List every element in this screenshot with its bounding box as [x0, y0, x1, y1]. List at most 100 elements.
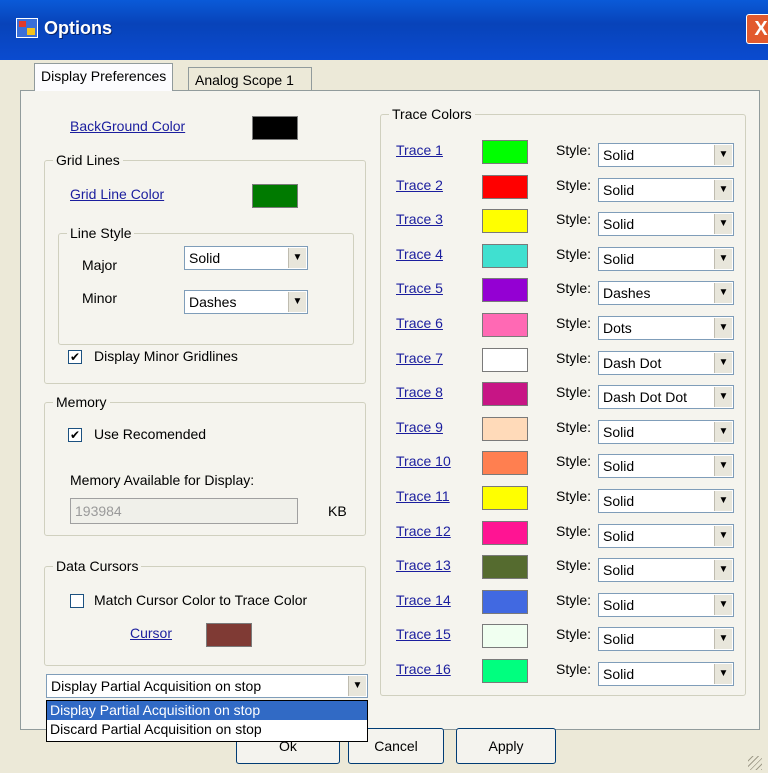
trace-link[interactable]: Trace 8 — [396, 384, 443, 400]
trace-color-swatch[interactable] — [482, 382, 528, 407]
trace-style-select[interactable]: Solid ▼ — [598, 558, 734, 583]
acquisition-dropdown-list: Display Partial Acquisition on stop Disc… — [46, 700, 368, 742]
background-color-swatch[interactable] — [252, 116, 298, 140]
use-recommended-checkbox[interactable]: ✔ — [68, 428, 82, 442]
trace-style-label: Style: — [556, 142, 592, 158]
memory-unit-label: KB — [328, 503, 347, 519]
chevron-down-icon: ▼ — [714, 318, 732, 338]
trace-style-value: Solid — [603, 147, 635, 163]
trace-style-select[interactable]: Solid ▼ — [598, 454, 734, 479]
chevron-down-icon: ▼ — [288, 248, 306, 268]
trace-color-swatch[interactable] — [482, 659, 528, 683]
trace-link[interactable]: Trace 6 — [396, 315, 443, 331]
trace-style-select[interactable]: Dots ▼ — [598, 316, 734, 340]
trace-style-select[interactable]: Solid ▼ — [598, 523, 734, 548]
trace-style-value: Solid — [603, 216, 635, 233]
memory-available-label: Memory Available for Display: — [70, 472, 255, 488]
chevron-down-icon: ▼ — [714, 352, 732, 373]
trace-color-swatch[interactable] — [482, 243, 528, 268]
trace-link[interactable]: Trace 5 — [396, 280, 443, 296]
trace-style-value: Solid — [603, 423, 635, 440]
tab-analog-scope-1[interactable]: Analog Scope 1 — [188, 67, 312, 91]
data-cursors-label: Data Cursors — [53, 558, 142, 574]
trace-link[interactable]: Trace 4 — [396, 246, 443, 262]
trace-link[interactable]: Trace 12 — [396, 523, 451, 539]
trace-color-swatch[interactable] — [482, 520, 528, 545]
major-style-select[interactable]: Solid ▼ — [184, 246, 308, 270]
minor-label: Minor — [82, 290, 118, 306]
tab-display-preferences[interactable]: Display Preferences — [34, 63, 174, 91]
trace-color-swatch[interactable] — [482, 140, 528, 164]
trace-style-select[interactable]: Solid ▼ — [598, 419, 734, 444]
minor-style-select[interactable]: Dashes ▼ — [184, 290, 308, 314]
chevron-down-icon: ▼ — [714, 145, 732, 165]
trace-color-swatch[interactable] — [482, 486, 528, 510]
trace-style-select[interactable]: Solid ▼ — [598, 662, 734, 686]
trace-link[interactable]: Trace 15 — [396, 626, 451, 642]
trace-link[interactable]: Trace 7 — [396, 350, 443, 366]
trace-style-select[interactable]: Solid ▼ — [598, 143, 734, 167]
chevron-down-icon: ▼ — [714, 214, 732, 235]
trace-color-swatch[interactable] — [482, 589, 528, 614]
trace-style-select[interactable]: Solid ▼ — [598, 212, 734, 237]
trace-link[interactable]: Trace 10 — [396, 453, 451, 469]
resize-grip[interactable] — [748, 756, 762, 770]
trace-style-value: Dash Dot — [603, 354, 662, 371]
trace-link[interactable]: Trace 9 — [396, 419, 443, 435]
trace-style-select[interactable]: Solid ▼ — [598, 177, 734, 202]
chevron-down-icon: ▼ — [288, 292, 306, 312]
trace-style-select[interactable]: Solid ▼ — [598, 627, 734, 652]
chevron-down-icon: ▼ — [714, 456, 732, 477]
trace-color-swatch[interactable] — [482, 313, 528, 337]
grid-lines-label: Grid Lines — [53, 152, 123, 168]
acquisition-select[interactable]: Display Partial Acquisition on stop ▼ — [46, 674, 368, 698]
display-minor-checkbox[interactable]: ✔ — [68, 350, 82, 364]
trace-link[interactable]: Trace 1 — [396, 142, 443, 158]
trace-style-label: Style: — [556, 488, 592, 504]
trace-color-swatch[interactable] — [482, 451, 528, 476]
trace-link[interactable]: Trace 2 — [396, 177, 443, 193]
trace-color-swatch[interactable] — [482, 347, 528, 372]
trace-color-swatch[interactable] — [482, 209, 528, 234]
close-button[interactable]: X — [746, 14, 768, 44]
trace-link[interactable]: Trace 3 — [396, 211, 443, 227]
cursor-color-link[interactable]: Cursor — [130, 625, 172, 641]
grid-line-color-link[interactable]: Grid Line Color — [70, 186, 164, 202]
trace-color-swatch[interactable] — [482, 174, 528, 199]
major-label: Major — [82, 257, 118, 273]
apply-button[interactable]: Apply — [456, 728, 556, 764]
trace-style-value: Solid — [603, 631, 635, 648]
chevron-down-icon: ▼ — [714, 387, 732, 408]
data-cursors-group: Data Cursors — [44, 558, 366, 666]
trace-color-swatch[interactable] — [482, 624, 528, 649]
trace-style-label: Style: — [556, 626, 592, 643]
cursor-color-swatch[interactable] — [206, 623, 252, 647]
trace-style-value: Dashes — [603, 285, 651, 302]
trace-color-swatch[interactable] — [482, 416, 528, 441]
trace-style-value: Solid — [603, 493, 635, 509]
display-minor-label: Display Minor Gridlines — [94, 348, 238, 364]
chevron-down-icon: ▼ — [714, 629, 732, 650]
trace-style-select[interactable]: Solid ▼ — [598, 592, 734, 617]
trace-style-select[interactable]: Dash Dot Dot ▼ — [598, 385, 734, 410]
background-color-link[interactable]: BackGround Color — [70, 118, 185, 134]
acquisition-option-discard[interactable]: Discard Partial Acquisition on stop — [47, 720, 367, 739]
trace-style-select[interactable]: Dashes ▼ — [598, 281, 734, 306]
app-icon — [16, 18, 38, 38]
trace-style-select[interactable]: Solid ▼ — [598, 489, 734, 513]
trace-link[interactable]: Trace 11 — [396, 488, 450, 504]
trace-style-select[interactable]: Solid ▼ — [598, 246, 734, 271]
trace-color-swatch[interactable] — [482, 278, 528, 303]
trace-color-swatch[interactable] — [482, 555, 528, 580]
trace-link[interactable]: Trace 13 — [396, 557, 451, 573]
match-cursor-checkbox[interactable] — [70, 594, 84, 608]
trace-link[interactable]: Trace 16 — [396, 661, 451, 677]
line-style-label: Line Style — [67, 225, 135, 241]
trace-style-label: Style: — [556, 176, 592, 193]
trace-style-label: Style: — [556, 245, 592, 262]
grid-line-color-swatch[interactable] — [252, 184, 298, 208]
trace-style-select[interactable]: Dash Dot ▼ — [598, 350, 734, 375]
acquisition-option-display[interactable]: Display Partial Acquisition on stop — [47, 701, 367, 720]
trace-style-label: Style: — [556, 211, 592, 228]
trace-link[interactable]: Trace 14 — [396, 592, 451, 608]
